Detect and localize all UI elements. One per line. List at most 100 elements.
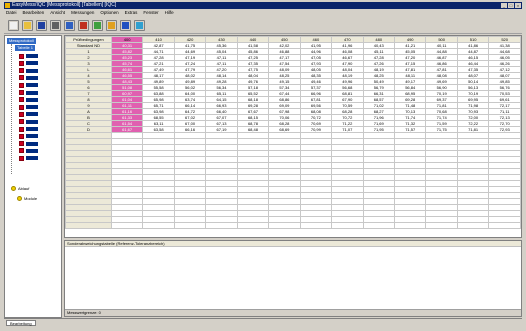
menu-file[interactable]: Datei: [6, 10, 17, 16]
empty-cell: [268, 222, 301, 229]
measurement-label: [26, 75, 38, 80]
maximize-button[interactable]: □: [508, 3, 514, 8]
measurement-icon: [19, 68, 24, 74]
save-button[interactable]: [36, 20, 47, 31]
lower-pane-header: Sonderabweichungstabelle (Referenz-Toler…: [65, 241, 521, 247]
tree-measurement-item[interactable]: [19, 119, 38, 125]
tree-measurement-item[interactable]: [19, 126, 38, 132]
settings-button[interactable]: [106, 20, 117, 31]
data-table: Prüfbedingungen 400 410 420 430 440 450 460 470 4…: [65, 36, 521, 229]
lower-pane: Sonderabweichungstabelle (Referenz-Toler…: [64, 240, 522, 317]
help-icon: [122, 22, 129, 29]
menu-options[interactable]: Optionen: [100, 10, 118, 16]
chart-button[interactable]: [78, 20, 89, 31]
new-file-icon: [10, 22, 17, 29]
tree-measurement-item[interactable]: [19, 141, 38, 147]
app-window: EasyMess/IQC [Messprotokoll] [Tabellen] …: [0, 0, 526, 331]
empty-cell: [142, 222, 175, 229]
measurement-label: [26, 68, 38, 73]
module-icon: [17, 196, 22, 201]
tree-measurement-item[interactable]: [19, 82, 38, 88]
window-title: EasyMess/IQC [Messprotokoll] [Tabellen] …: [12, 2, 117, 8]
open-folder-button[interactable]: [22, 20, 33, 31]
tree-measurement-item[interactable]: [19, 133, 38, 139]
tree-measurement-item[interactable]: [19, 53, 38, 59]
measurement-label: [26, 127, 38, 131]
tree-panel: Messprotokoll Tabelle 1 Ablauf Module: [4, 35, 62, 318]
menu-edit[interactable]: Bearbeiten: [23, 10, 45, 16]
empty-cell: [205, 222, 238, 229]
empty-cell: [362, 222, 395, 229]
window-controls: _ □ ×: [501, 3, 521, 8]
measurement-icon: [19, 126, 24, 132]
tree-measurement-item[interactable]: [19, 60, 38, 66]
new-file-button[interactable]: [8, 20, 19, 31]
tree-measurement-item[interactable]: [19, 104, 38, 110]
folder-icon: [11, 186, 16, 191]
lower-pane-footer: Messwertgrenze: 0: [65, 309, 521, 316]
empty-cell: [488, 222, 521, 229]
tree-item-selected[interactable]: Tabelle 1: [15, 45, 35, 51]
table-button[interactable]: [64, 20, 75, 31]
tree-item-module[interactable]: Module: [24, 196, 37, 201]
info-icon: [136, 22, 143, 29]
measurement-label: [26, 119, 38, 124]
tree-measurement-item[interactable]: [19, 155, 38, 161]
tab-bar: Bearbeitung: [4, 318, 522, 326]
measurement-label: [26, 97, 38, 102]
empty-cell: [236, 222, 270, 229]
measurement-icon: [19, 60, 24, 66]
measurement-icon: [19, 75, 24, 81]
open-folder-icon: [24, 22, 31, 29]
measurement-label: [26, 112, 38, 117]
measurement-icon: [19, 90, 24, 95]
tree-measurement-item[interactable]: [19, 68, 38, 74]
measurement-label: [26, 54, 38, 58]
measurement-icon: [19, 133, 24, 139]
measurement-icon: [19, 155, 24, 161]
empty-row: [65, 222, 521, 229]
data-grid[interactable]: Prüfbedingungen 400 410 420 430 440 450 460 470 4…: [64, 35, 522, 238]
tree-measurement-item[interactable]: [19, 148, 38, 154]
tree-item-ablauf[interactable]: Ablauf: [18, 186, 29, 191]
menu-view[interactable]: Ansicht: [50, 10, 65, 16]
print-icon: [52, 22, 59, 29]
print-button[interactable]: [50, 20, 61, 31]
table-icon: [66, 22, 73, 29]
minimize-button[interactable]: _: [501, 3, 507, 8]
app-icon: [5, 3, 10, 8]
measurement-label: [26, 83, 38, 88]
title-bar[interactable]: EasyMess/IQC [Messprotokoll] [Tabellen] …: [4, 2, 522, 9]
measurement-icon: [19, 119, 24, 125]
close-button[interactable]: ×: [515, 3, 521, 8]
measurement-icon: [19, 53, 24, 59]
empty-cell: [425, 222, 458, 229]
tree-measurement-item[interactable]: [19, 90, 38, 96]
measurement-label: [26, 141, 38, 146]
tree-measurement-item[interactable]: [19, 111, 38, 117]
measurement-label: [26, 148, 38, 153]
menu-help[interactable]: Hilfe: [165, 10, 174, 16]
tree-measurement-item[interactable]: [19, 97, 38, 103]
empty-cell: [331, 222, 364, 229]
empty-cell: [393, 222, 427, 229]
measurement-icon: [19, 148, 24, 154]
tree-measurement-item[interactable]: [19, 75, 38, 81]
measurement-label: [26, 156, 38, 161]
measure-icon: [94, 22, 101, 29]
menu-bar: Datei Bearbeiten Ansicht Messungen Optio…: [4, 10, 522, 16]
status-bar: [4, 326, 522, 331]
settings-icon: [108, 22, 115, 29]
empty-cell: [456, 222, 490, 229]
menu-extras[interactable]: Extras: [125, 10, 138, 16]
measurement-label: [26, 61, 38, 66]
measurement-icon: [19, 104, 24, 110]
measurement-label: [26, 134, 38, 139]
help-button[interactable]: [120, 20, 131, 31]
menu-window[interactable]: Fenster: [143, 10, 158, 16]
empty-cell: [110, 222, 144, 229]
measurement-icon: [19, 82, 24, 88]
measure-button[interactable]: [92, 20, 103, 31]
menu-measurements[interactable]: Messungen: [71, 10, 94, 16]
info-button[interactable]: [134, 20, 145, 31]
